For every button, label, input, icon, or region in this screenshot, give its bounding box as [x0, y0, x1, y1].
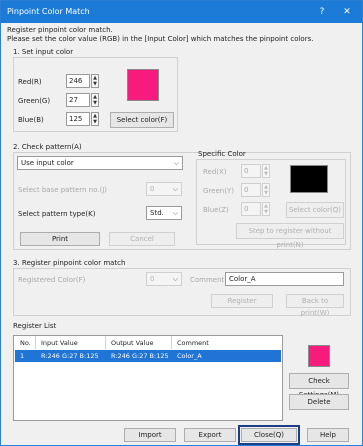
register-list-swatch — [308, 345, 330, 367]
chevron-down-icon: ⌵ — [172, 185, 178, 193]
input-color-section-label: 1. Set input color — [13, 48, 74, 56]
description-line-2: Please set the color value (RGB) in the … — [7, 35, 314, 43]
pattern-type-value: Std. — [150, 209, 164, 217]
column-header-output-value[interactable]: Output Value — [111, 339, 154, 347]
row-input-value: R:246 G:27 B:125 — [41, 352, 99, 360]
delete-button[interactable]: Delete — [289, 394, 349, 410]
blue-label: Blue(B) — [18, 116, 44, 124]
import-button[interactable]: Import — [124, 428, 176, 442]
back-to-print-button[interactable]: Back to print(W) — [286, 294, 344, 317]
close-icon[interactable]: ✕ — [338, 4, 356, 20]
register-match-section-label: 3. Register pinpoint color match — [13, 259, 126, 267]
specific-red-spinner[interactable]: ▲ ▼ — [262, 164, 270, 178]
help-icon[interactable]: ? — [313, 4, 331, 20]
row-output-value: R:246 G:27 B:125 — [111, 352, 169, 360]
table-row[interactable]: 1 R:246 G:27 B:125 R:246 G:27 B:125 Colo… — [15, 350, 281, 362]
pinpoint-color-match-dialog: Pinpoint Color Match ? ✕ Register pinpoi… — [0, 0, 363, 446]
export-button[interactable]: Export — [184, 428, 236, 442]
pattern-type-label: Select pattern type(K) — [18, 210, 96, 218]
red-spinner[interactable]: ▲ ▼ — [91, 74, 99, 88]
input-color-swatch — [127, 69, 159, 101]
specific-color-label: Specific Color — [198, 150, 246, 158]
window-title: Pinpoint Color Match — [7, 7, 90, 16]
check-settings-button[interactable]: Check Settings(M) — [289, 373, 349, 399]
step-register-without-print-button[interactable]: Step to register without print(N) — [236, 223, 344, 249]
blue-input[interactable]: 125 — [66, 112, 90, 126]
specific-red-label: Red(X) — [203, 168, 227, 176]
description-line-1: Register pinpoint color match. — [7, 26, 113, 34]
specific-select-color-button[interactable]: Select color(Q) — [286, 202, 344, 218]
chevron-down-icon: ⌵ — [173, 159, 179, 167]
register-list-label: Register List — [13, 322, 57, 330]
red-input[interactable]: 246 — [66, 74, 90, 88]
green-label: Green(G) — [18, 97, 51, 105]
cancel-button[interactable]: Cancel — [109, 232, 175, 246]
base-pattern-label: Select base pattern no.(J) — [18, 186, 108, 194]
column-header-comment[interactable]: Comment — [177, 339, 209, 347]
registered-color-value: 0 — [150, 275, 155, 283]
row-comment: Color_A — [177, 352, 202, 360]
pattern-source-dropdown[interactable]: Use input color ⌵ — [17, 156, 183, 170]
specific-green-label: Green(Y) — [203, 187, 234, 195]
close-button[interactable]: Close(Q) — [238, 425, 300, 445]
check-pattern-section-label: 2. Check pattern(A) — [13, 143, 82, 151]
specific-green-input[interactable]: 0 — [241, 183, 261, 197]
description: Register pinpoint color match. Please se… — [7, 26, 313, 44]
specific-green-spinner[interactable]: ▲ ▼ — [262, 183, 270, 197]
register-list-table[interactable]: No. Input Value Output Value Comment 1 R… — [13, 335, 283, 421]
column-header-input-value[interactable]: Input Value — [41, 339, 78, 347]
print-button[interactable]: Print — [20, 232, 100, 246]
specific-blue-spinner[interactable]: ▲ ▼ — [262, 202, 270, 216]
row-no: 1 — [20, 352, 25, 360]
green-spinner[interactable]: ▲ ▼ — [91, 93, 99, 107]
pattern-source-value: Use input color — [21, 159, 74, 167]
column-header-no[interactable]: No. — [20, 339, 31, 347]
specific-color-swatch — [290, 165, 328, 193]
help-button[interactable]: Help — [307, 428, 349, 442]
base-pattern-value: 0 — [150, 185, 155, 193]
chevron-down-icon: ⌵ — [172, 275, 178, 283]
green-input[interactable]: 27 — [66, 93, 90, 107]
register-button[interactable]: Register — [211, 294, 273, 308]
select-color-button[interactable]: Select color(F) — [110, 112, 174, 128]
specific-blue-input[interactable]: 0 — [241, 202, 261, 216]
registered-color-dropdown[interactable]: 0 ⌵ — [146, 272, 182, 286]
blue-spinner[interactable]: ▲ ▼ — [91, 112, 99, 126]
red-label: Red(R) — [18, 78, 42, 86]
base-pattern-dropdown[interactable]: 0 ⌵ — [146, 182, 182, 196]
comment-label: Comment — [190, 276, 225, 284]
registered-color-label: Registered Color(F) — [18, 276, 86, 284]
specific-red-input[interactable]: 0 — [241, 164, 261, 178]
chevron-down-icon: ⌵ — [172, 209, 178, 217]
title-bar: Pinpoint Color Match ? ✕ — [1, 1, 362, 23]
pattern-type-dropdown[interactable]: Std. ⌵ — [146, 206, 182, 220]
comment-input[interactable]: Color_A — [225, 272, 344, 286]
specific-blue-label: Blue(Z) — [203, 206, 229, 214]
